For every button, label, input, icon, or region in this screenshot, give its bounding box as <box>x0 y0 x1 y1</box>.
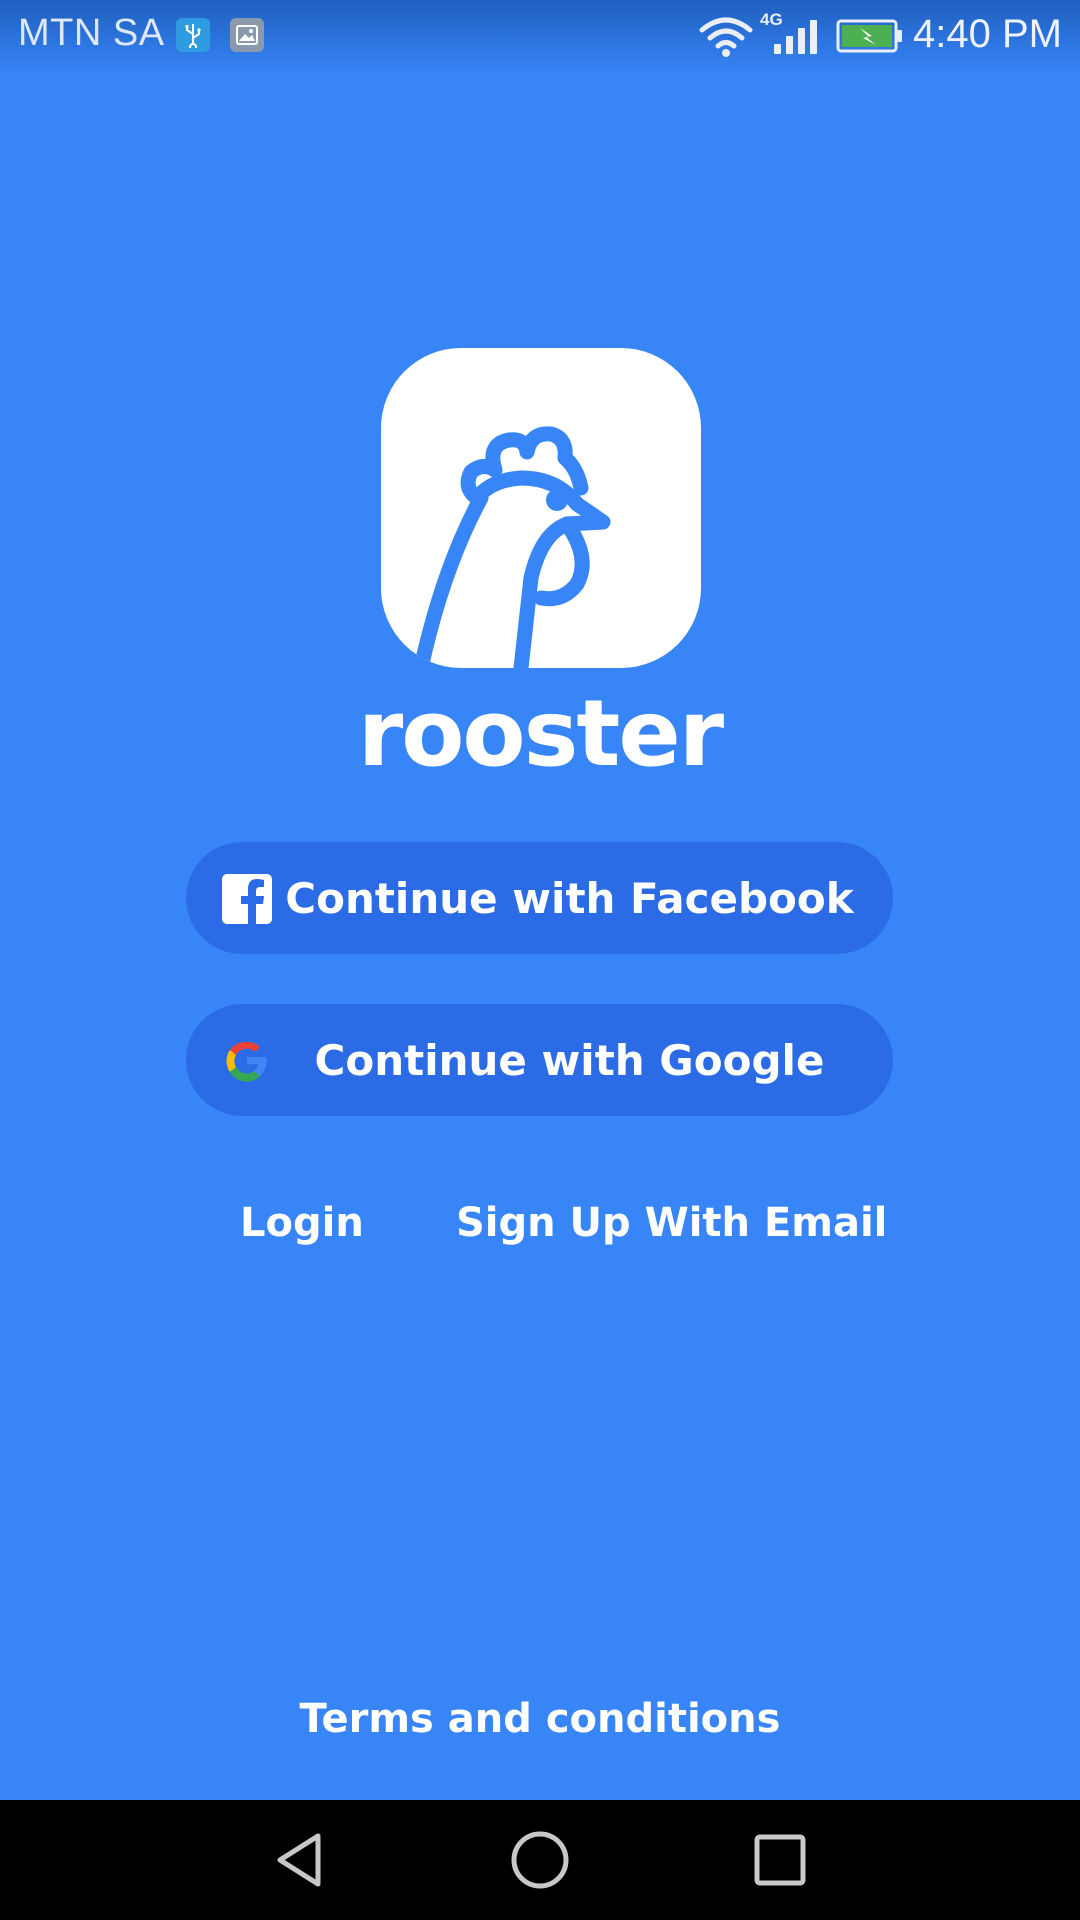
login-link[interactable]: Login <box>240 1200 364 1246</box>
facebook-icon <box>222 874 272 924</box>
continue-with-facebook-button[interactable]: Continue with Facebook <box>186 842 893 954</box>
carrier-name: MTN SA <box>18 12 165 54</box>
google-icon <box>226 1041 267 1082</box>
signal-icon <box>774 20 817 54</box>
sign-up-with-email-link[interactable]: Sign Up With Email <box>456 1200 887 1246</box>
wifi-icon <box>699 17 753 57</box>
recents-icon[interactable] <box>750 1830 810 1890</box>
facebook-button-label: Continue with Facebook <box>285 873 854 923</box>
image-icon <box>230 18 264 52</box>
home-icon[interactable] <box>510 1830 570 1890</box>
usb-icon <box>176 18 210 52</box>
battery-charging-icon <box>836 19 902 53</box>
navigation-bar <box>0 1800 1080 1920</box>
status-time: 4:40 PM <box>913 12 1062 56</box>
rooster-logo-icon <box>381 348 701 668</box>
continue-with-google-button[interactable]: Continue with Google <box>186 1004 893 1116</box>
terms-and-conditions-link[interactable]: Terms and conditions <box>0 1696 1080 1742</box>
google-button-label: Continue with Google <box>314 1035 825 1085</box>
back-icon[interactable] <box>270 1830 330 1890</box>
brand-name: rooster <box>357 680 724 787</box>
status-bar: MTN SA 4G 4:40 PM <box>0 0 1080 74</box>
